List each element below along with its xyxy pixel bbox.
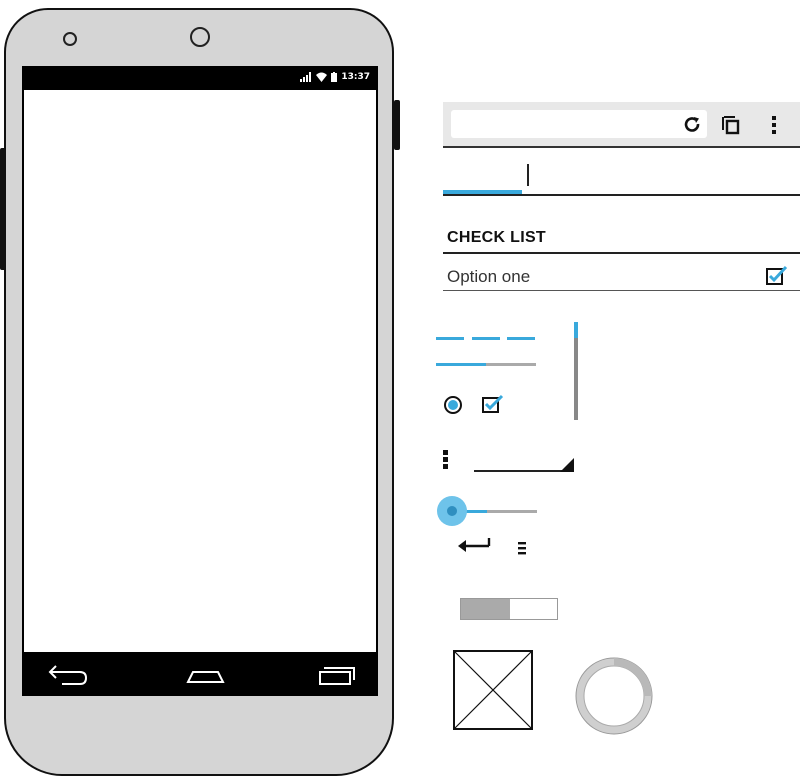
checklist-title: CHECK LIST xyxy=(447,229,546,246)
checklist-item-label: Option one xyxy=(447,267,531,286)
checkbox[interactable] xyxy=(481,393,505,415)
wifi-icon xyxy=(316,72,328,82)
progress-bar-fill xyxy=(436,363,486,366)
image-placeholder-icon xyxy=(453,650,533,730)
navigation-bar xyxy=(22,652,378,696)
front-sensor xyxy=(190,27,210,47)
url-input[interactable] xyxy=(451,110,707,138)
list-icon[interactable] xyxy=(516,540,528,556)
phone-power-button xyxy=(394,100,400,150)
vertical-scrollbar-thumb[interactable] xyxy=(574,322,578,338)
status-bar: 13:37 xyxy=(300,70,370,84)
overflow-menu-icon[interactable] xyxy=(768,114,780,136)
tabs-icon[interactable] xyxy=(720,114,742,136)
signal-icon xyxy=(300,72,312,82)
spinner-ring-icon xyxy=(575,657,653,735)
status-time: 13:37 xyxy=(341,72,370,82)
indeterminate-progress-segment xyxy=(436,337,464,340)
reload-icon[interactable] xyxy=(683,115,703,135)
checklist-item-divider xyxy=(443,290,800,291)
app-content-area[interactable] xyxy=(24,90,376,652)
text-caret xyxy=(527,164,529,186)
indeterminate-progress-segment xyxy=(507,337,535,340)
checklist-divider xyxy=(443,252,800,254)
back-icon[interactable] xyxy=(48,665,88,685)
battery-icon xyxy=(331,72,338,82)
recent-apps-icon[interactable] xyxy=(319,667,355,685)
home-icon[interactable] xyxy=(186,671,225,683)
enter-icon[interactable] xyxy=(457,536,493,556)
toggle-switch-thumb[interactable] xyxy=(461,599,510,619)
front-camera xyxy=(63,32,77,46)
checklist-item-checkbox[interactable] xyxy=(765,265,789,287)
indeterminate-progress-segment xyxy=(472,337,500,340)
menu-dots-icon[interactable] xyxy=(441,449,451,471)
slider-thumb[interactable] xyxy=(447,506,457,516)
phone-volume-button xyxy=(0,148,6,270)
radio-button[interactable] xyxy=(442,394,464,416)
dropdown-arrow-icon[interactable] xyxy=(560,458,574,472)
text-field[interactable] xyxy=(443,194,800,196)
dropdown-select[interactable] xyxy=(474,470,573,472)
